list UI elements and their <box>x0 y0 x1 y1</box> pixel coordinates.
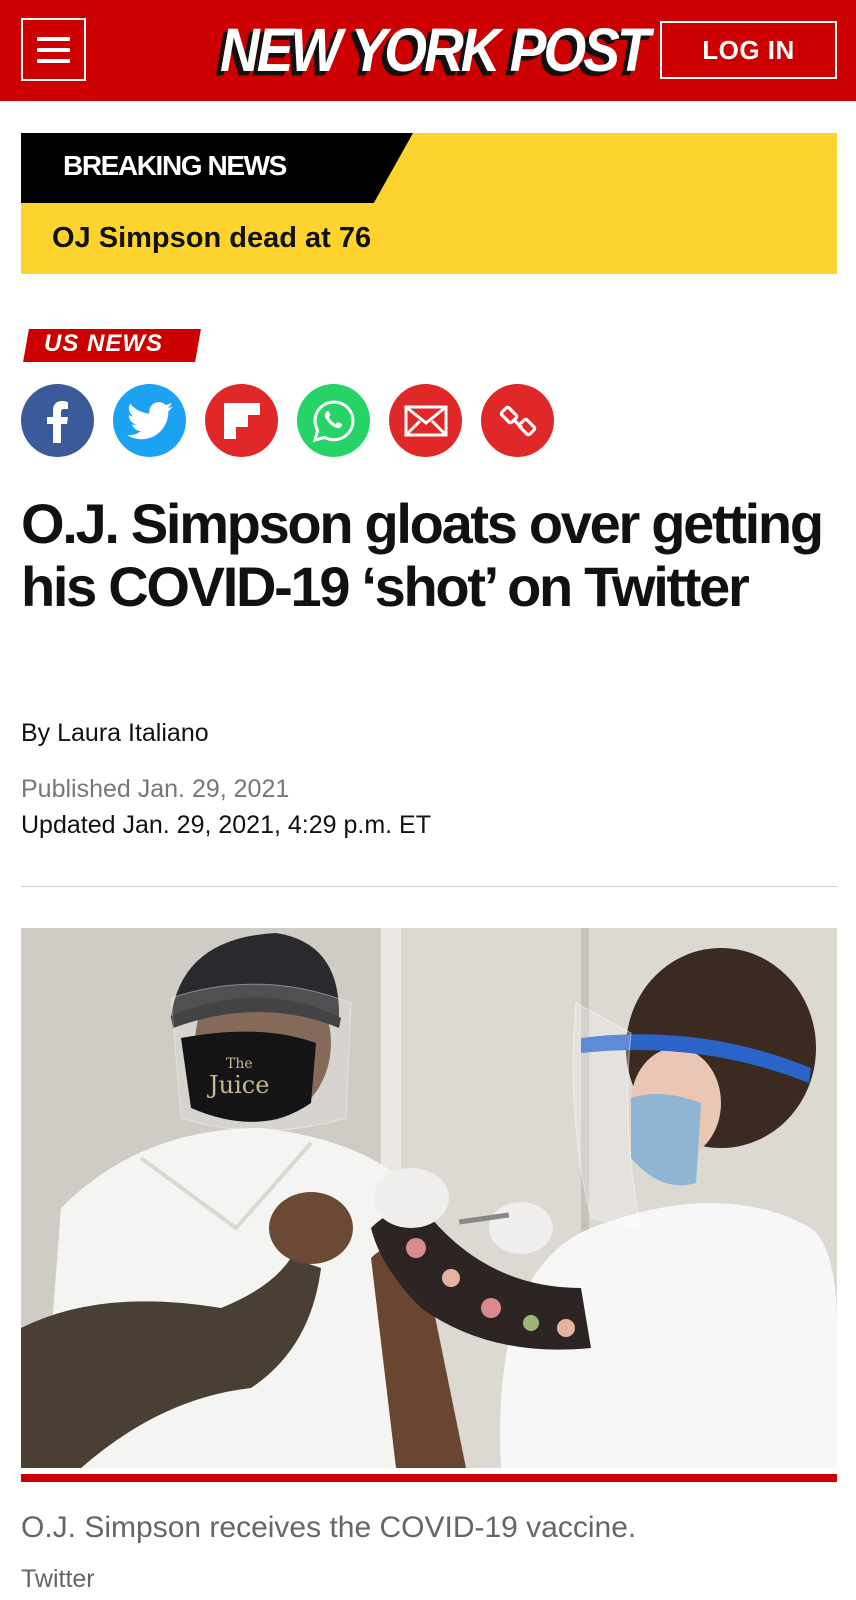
login-button[interactable]: LOG IN <box>660 21 837 79</box>
menu-bar <box>37 37 70 41</box>
facebook-share-button[interactable] <box>21 384 94 457</box>
menu-bar <box>37 48 70 52</box>
menu-bar <box>37 59 70 63</box>
email-share-button[interactable] <box>389 384 462 457</box>
mask-text-small: The <box>226 1056 253 1072</box>
whatsapp-share-button[interactable] <box>297 384 370 457</box>
article-headline: O.J. Simpson gloats over getting his COV… <box>21 492 824 618</box>
breaking-news-banner[interactable]: BREAKING NEWS OJ Simpson dead at 76 <box>21 133 837 274</box>
facebook-icon <box>46 400 68 443</box>
link-icon <box>499 405 536 436</box>
published-date: Published Jan. 29, 2021 <box>21 775 290 803</box>
flipboard-icon <box>223 402 260 439</box>
vaccine-photo-illustration: The Juice <box>21 928 837 1468</box>
copy-link-button[interactable] <box>481 384 554 457</box>
twitter-share-button[interactable] <box>113 384 186 457</box>
flipboard-share-button[interactable] <box>205 384 278 457</box>
site-logo[interactable]: NEW YORK POST <box>220 14 651 85</box>
photo-credit: Twitter <box>21 1565 95 1593</box>
whatsapp-icon <box>312 399 355 442</box>
article-byline[interactable]: By Laura Italiano <box>21 719 209 748</box>
updated-date: Updated Jan. 29, 2021, 4:29 p.m. ET <box>21 811 431 839</box>
breaking-news-label: BREAKING NEWS <box>63 150 287 181</box>
divider <box>21 886 837 887</box>
hamburger-menu-button[interactable] <box>21 18 86 81</box>
section-tag[interactable]: US NEWS <box>44 330 163 358</box>
article-photo[interactable]: The Juice <box>21 928 837 1468</box>
photo-caption: O.J. Simpson receives the COVID-19 vacci… <box>21 1511 637 1544</box>
photo-divider-bar <box>21 1474 837 1482</box>
breaking-news-headline[interactable]: OJ Simpson dead at 76 <box>52 222 371 255</box>
email-icon <box>404 405 447 436</box>
twitter-icon <box>126 401 173 439</box>
top-header: NEW YORK POST LOG IN <box>0 0 856 101</box>
mask-text: Juice <box>206 1071 269 1099</box>
logo-text: NEW YORK POST <box>220 14 651 85</box>
